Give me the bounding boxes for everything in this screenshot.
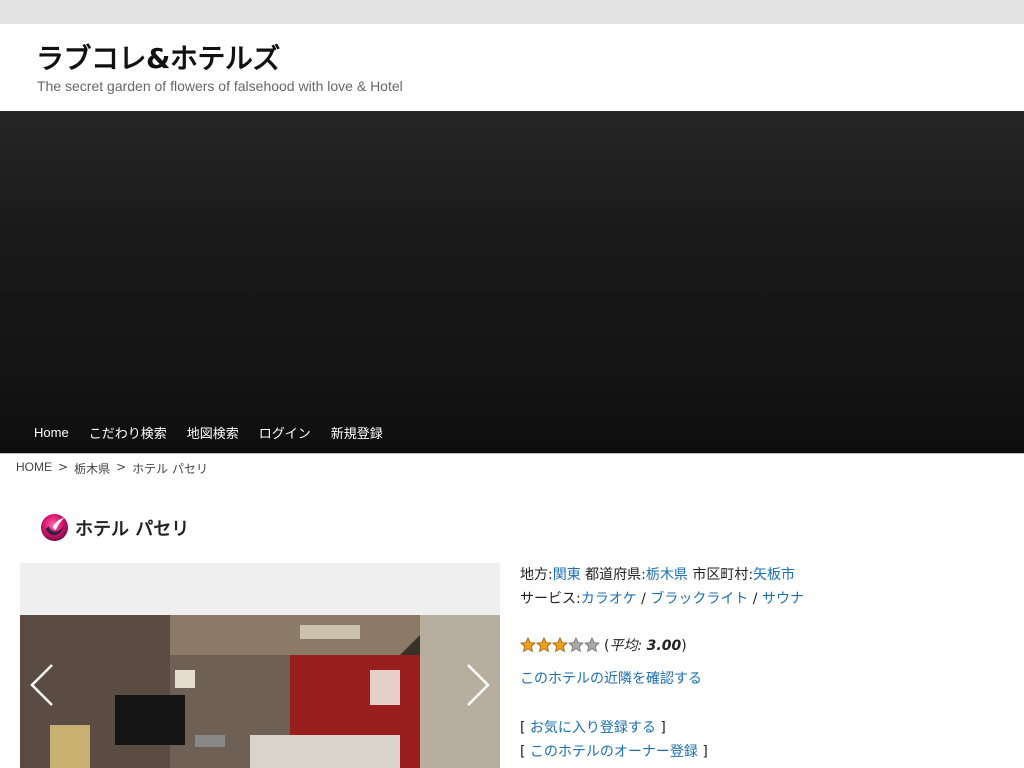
hotel-name: ホテル パセリ [75, 518, 190, 540]
nav-register[interactable]: 新規登録 [321, 423, 393, 442]
rating-avg-label: 平均 [609, 638, 638, 654]
city-link[interactable]: 矢板市 [753, 567, 795, 583]
hotel-heading: ホテル パセリ [40, 513, 189, 542]
star-empty-icon [568, 637, 584, 653]
room-photo [20, 615, 500, 768]
site-title[interactable]: ラブコレ&ホテルズ [36, 37, 280, 77]
breadcrumb-separator: > [116, 460, 127, 474]
region-link[interactable]: 関東 [553, 567, 581, 583]
breadcrumb-separator: > [58, 460, 69, 474]
room-photo-art [20, 615, 500, 768]
service-separator: / [752, 591, 758, 607]
swirl-logo-icon [40, 513, 69, 542]
service-sauna-link[interactable]: サウナ [762, 591, 804, 607]
photo-gallery [20, 563, 500, 768]
location-row: 地方:関東 都道府県:栃木県 市区町村:矢板市 [520, 563, 1020, 587]
owner-row: [ このホテルのオーナー登録 ] [520, 744, 708, 760]
hero-banner: Home こだわり検索 地図検索 ログイン 新規登録 [0, 111, 1024, 454]
nav-map-search[interactable]: 地図検索 [177, 423, 249, 442]
prefecture-link[interactable]: 栃木県 [646, 567, 688, 583]
main-nav: Home こだわり検索 地図検索 ログイン 新規登録 [24, 418, 393, 446]
star-filled-icon [520, 637, 536, 653]
services-row: サービス:カラオケ / ブラックライト / サウナ [520, 587, 1020, 611]
rating-text: (平均: 3.00) [604, 638, 687, 654]
site-tagline: The secret garden of flowers of falsehoo… [37, 78, 403, 94]
nearby-link[interactable]: このホテルの近隣を確認する [520, 668, 702, 688]
chevron-left-icon[interactable] [28, 663, 58, 707]
nav-home[interactable]: Home [24, 425, 79, 440]
rating: (平均: 3.00) [520, 635, 687, 655]
hotel-info: 地方:関東 都道府県:栃木県 市区町村:矢板市 サービス:カラオケ / ブラック… [520, 563, 1020, 760]
prefecture-label: 都道府県 [585, 567, 642, 583]
star-filled-icon [536, 637, 552, 653]
owner-register-link[interactable]: このホテルのオーナー登録 [530, 744, 698, 760]
nav-login[interactable]: ログイン [249, 423, 321, 442]
service-karaoke-link[interactable]: カラオケ [581, 591, 637, 607]
breadcrumb-home[interactable]: HOME [16, 460, 52, 477]
star-filled-icon [552, 637, 568, 653]
service-separator: / [641, 591, 646, 607]
breadcrumb-current: ホテル パセリ [132, 462, 208, 476]
rating-avg-value: 3.00 [646, 638, 682, 654]
chevron-right-icon[interactable] [462, 663, 492, 707]
breadcrumb: HOME > 栃木県 > ホテル パセリ [16, 460, 214, 477]
star-empty-icon [584, 637, 600, 653]
city-label: 市区町村 [692, 567, 749, 583]
site-header: ラブコレ&ホテルズ The secret garden of flowers o… [0, 24, 1024, 111]
nav-advanced-search[interactable]: こだわり検索 [79, 423, 177, 442]
rating-stars [520, 637, 600, 653]
region-label: 地方 [520, 567, 548, 583]
breadcrumb-prefecture[interactable]: 栃木県 [74, 460, 110, 477]
service-blacklight-link[interactable]: ブラックライト [650, 591, 748, 607]
top-strip [0, 0, 1024, 24]
services-label: サービス [520, 591, 576, 607]
favorite-row: [ お気に入り登録する ] [520, 720, 666, 736]
favorite-link[interactable]: お気に入り登録する [530, 720, 656, 736]
